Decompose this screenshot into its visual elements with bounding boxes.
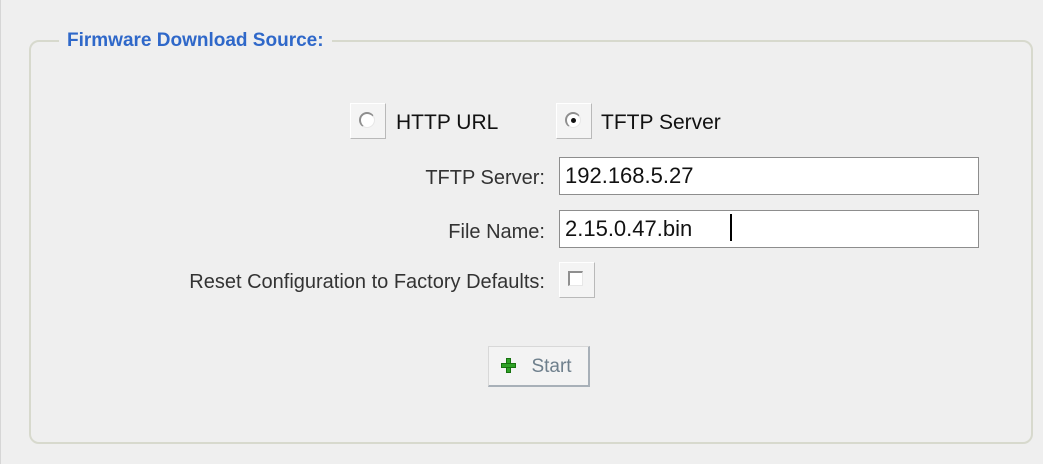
http-url-radio[interactable] <box>350 103 386 139</box>
http-url-label[interactable]: HTTP URL <box>396 111 498 135</box>
section-title: Firmware Download Source: <box>59 30 332 52</box>
tftp-server-input[interactable] <box>559 157 979 195</box>
text-cursor <box>730 214 732 241</box>
tftp-server-radio[interactable] <box>556 103 592 139</box>
reset-defaults-label: Reset Configuration to Factory Defaults: <box>189 271 545 293</box>
file-name-input[interactable] <box>559 210 979 248</box>
start-button-label: Start <box>531 356 572 377</box>
reset-defaults-checkbox-wrapper[interactable] <box>559 262 595 298</box>
tftp-server-label[interactable]: TFTP Server <box>601 111 721 135</box>
start-button[interactable]: Start <box>488 346 590 387</box>
file-name-field-label: File Name: <box>448 221 545 243</box>
tftp-server-field-label: TFTP Server: <box>425 167 545 189</box>
reset-defaults-checkbox[interactable] <box>568 271 583 286</box>
firmware-download-page: Firmware Download Source: HTTP URL TFTP … <box>0 0 1043 464</box>
plus-icon <box>501 358 516 373</box>
